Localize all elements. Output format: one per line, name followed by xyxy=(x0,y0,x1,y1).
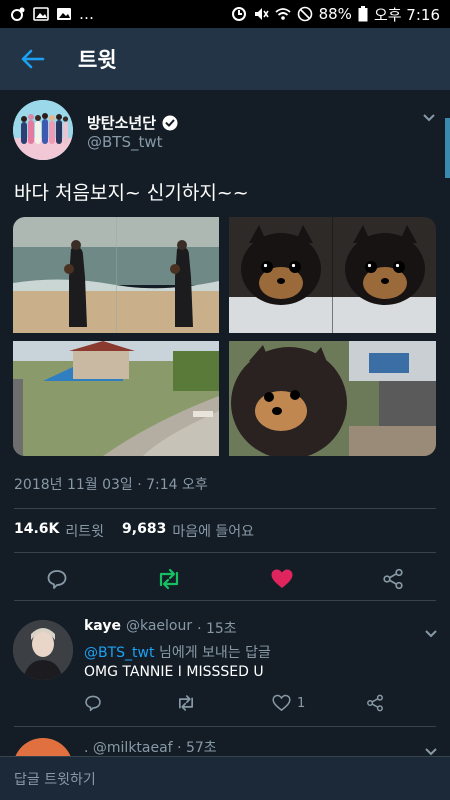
reply-icon xyxy=(85,695,101,712)
photo-dog-outdoors[interactable] xyxy=(229,341,436,456)
battery-level: 88% xyxy=(318,5,352,23)
reply-reply-button[interactable] xyxy=(84,694,102,712)
reply-like-button[interactable]: 1 xyxy=(272,694,305,712)
sync-icon xyxy=(231,6,247,22)
photo-beach[interactable] xyxy=(13,217,219,333)
reply-mention[interactable]: @BTS_twt xyxy=(84,645,154,661)
divider xyxy=(14,508,436,509)
verified-badge-icon xyxy=(162,115,178,130)
reply-compose-placeholder[interactable]: 답글 트윗하기 xyxy=(14,769,96,789)
tweet-timestamp: 2018년 11월 03일 · 7:14 오후 xyxy=(14,477,208,493)
retweet-icon xyxy=(159,568,179,590)
reply-author-name[interactable]: kaye xyxy=(84,618,121,638)
author-handle[interactable]: @BTS_twt xyxy=(87,133,163,151)
battery-icon xyxy=(358,6,368,22)
reply2-header[interactable]: . @milktaeaf · 57초 xyxy=(84,737,217,757)
reply-button[interactable] xyxy=(46,568,68,594)
clock: 오후 7:16 xyxy=(373,5,440,24)
like-label[interactable]: 마음에 들어요 xyxy=(172,521,254,541)
author-name[interactable]: 방탄소년단 xyxy=(87,112,178,133)
scrollbar[interactable] xyxy=(445,118,450,178)
share-icon xyxy=(367,694,383,712)
divider xyxy=(14,552,436,553)
reply-menu-button[interactable] xyxy=(424,624,438,643)
reply-text: OMG TANNIE I MISSSED U xyxy=(84,664,264,680)
divider xyxy=(14,726,436,727)
retweet-label[interactable]: 리트윗 xyxy=(65,521,104,541)
retweet-count[interactable]: 14.6K xyxy=(14,521,59,541)
reply-to-suffix: 님에게 보내는 답글 xyxy=(158,645,271,661)
tweet-stats: 14.6K 리트윗 9,683 마음에 들어요 xyxy=(14,521,266,541)
back-button[interactable] xyxy=(0,28,66,90)
back-arrow-icon xyxy=(21,49,45,69)
photo-dog-closeup[interactable] xyxy=(229,217,436,333)
like-count[interactable]: 9,683 xyxy=(122,521,166,541)
share-icon xyxy=(383,568,403,590)
tweet-menu-button[interactable] xyxy=(422,108,436,127)
reply-context: @BTS_twt 님에게 보내는 답글 xyxy=(84,642,271,662)
app-header: 트윗 xyxy=(0,28,450,90)
chevron-down-icon xyxy=(425,630,437,638)
reply-icon xyxy=(47,570,67,589)
reply-avatar[interactable] xyxy=(13,620,73,680)
reply-header: kaye @kaelour · 15초 xyxy=(84,618,237,638)
tweet-text: 바다 처음보지~ 신기하지~~ xyxy=(14,182,249,204)
divider xyxy=(14,600,436,601)
gallery-icon xyxy=(33,7,49,21)
media-grid xyxy=(13,217,436,456)
status-bar: … 88% 오후 7:16 xyxy=(0,0,450,28)
notification-icon xyxy=(10,6,26,22)
like-button[interactable] xyxy=(270,568,294,594)
reply-like-count: 1 xyxy=(297,695,306,711)
wifi-icon xyxy=(275,7,291,21)
mute-icon xyxy=(253,6,269,22)
reply-share-button[interactable] xyxy=(366,694,384,712)
chevron-down-icon xyxy=(423,114,435,122)
photo-village-road[interactable] xyxy=(13,341,219,456)
more-notifications: … xyxy=(79,5,94,23)
do-not-disturb-icon xyxy=(297,6,313,22)
reply-author-handle[interactable]: @kaelour xyxy=(126,618,192,638)
image-icon xyxy=(56,7,72,21)
share-button[interactable] xyxy=(382,568,404,594)
tweet-actions xyxy=(0,560,450,600)
heart-icon xyxy=(271,569,293,588)
reply-compose-bar[interactable]: 답글 트윗하기 xyxy=(0,756,450,800)
author-name-text: 방탄소년단 xyxy=(87,114,157,132)
author-avatar[interactable] xyxy=(13,100,73,160)
retweet-button[interactable] xyxy=(156,568,182,594)
reply-retweet-button[interactable] xyxy=(176,694,196,712)
reply-time: · 15초 xyxy=(197,621,237,637)
reply-actions: 1 xyxy=(0,690,450,720)
retweet-icon xyxy=(179,695,193,711)
page-title: 트윗 xyxy=(78,48,117,72)
heart-outline-icon xyxy=(272,694,291,712)
